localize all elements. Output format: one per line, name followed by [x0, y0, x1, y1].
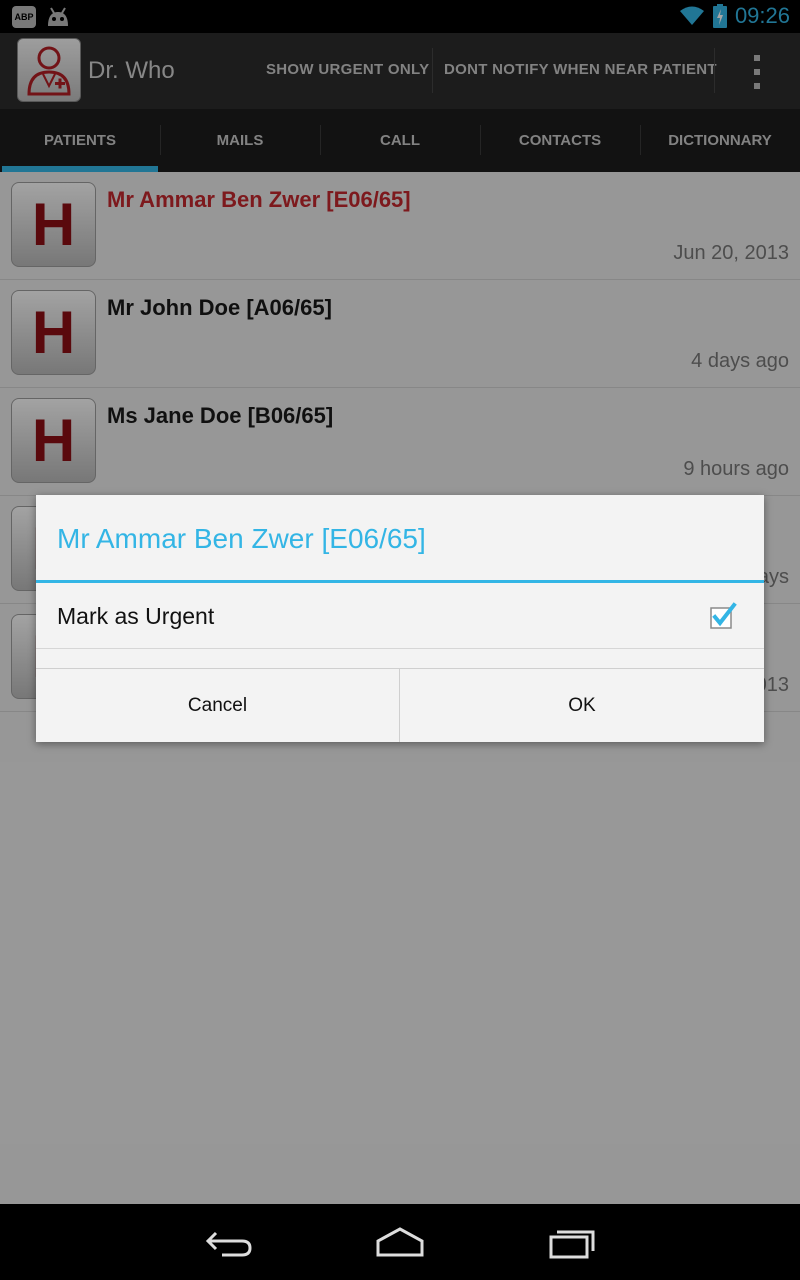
cancel-button[interactable]: Cancel	[36, 669, 399, 742]
mark-urgent-label[interactable]: Mark as Urgent	[57, 603, 214, 630]
dialog-divider	[36, 648, 764, 649]
home-icon[interactable]	[372, 1225, 428, 1259]
mark-urgent-dialog: Mr Ammar Ben Zwer [E06/65] Mark as Urgen…	[36, 495, 764, 742]
ok-button[interactable]: OK	[400, 669, 764, 742]
dialog-title-divider	[36, 580, 764, 583]
navigation-bar	[0, 1205, 800, 1280]
dialog-title: Mr Ammar Ben Zwer [E06/65]	[57, 523, 426, 554]
recent-apps-icon[interactable]	[543, 1225, 599, 1259]
mark-urgent-checkbox[interactable]	[709, 602, 737, 630]
back-icon[interactable]	[202, 1225, 258, 1259]
